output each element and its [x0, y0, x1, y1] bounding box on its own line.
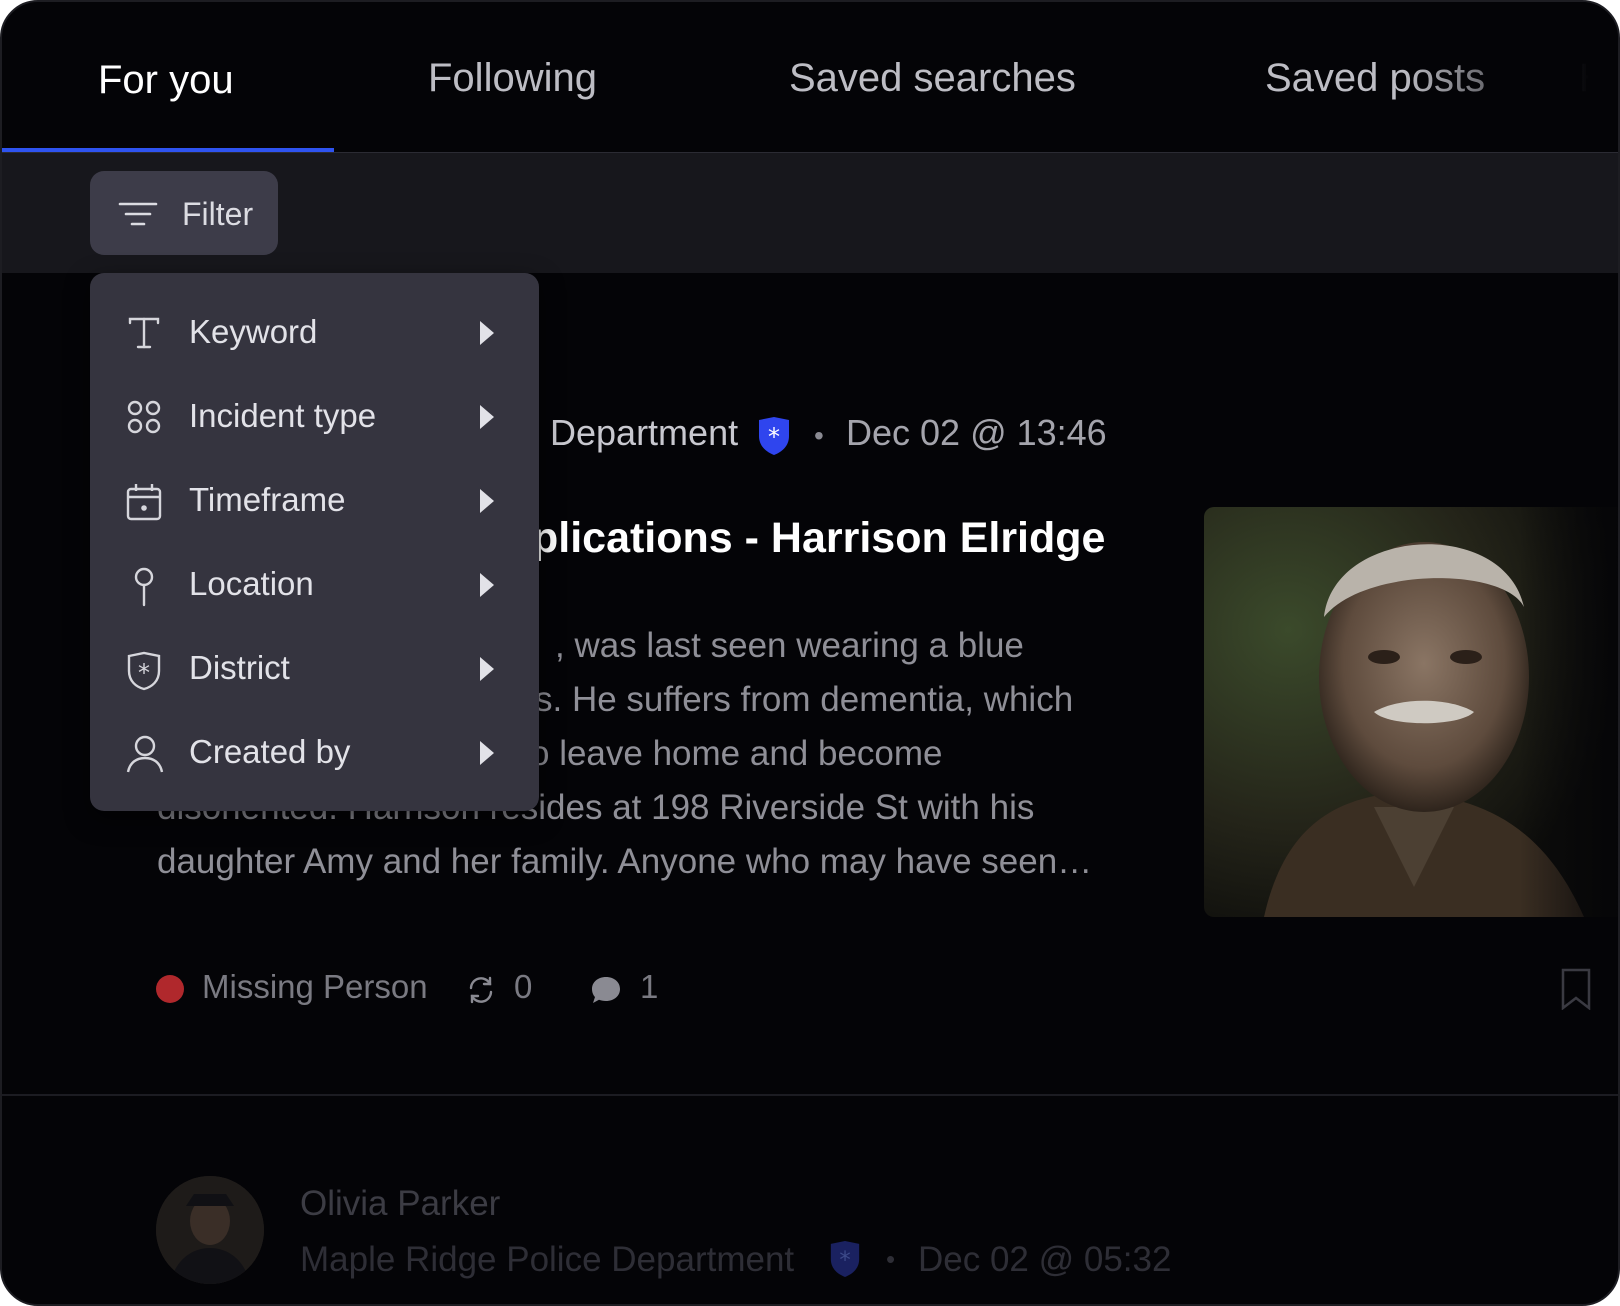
- svg-text:*: *: [839, 1248, 850, 1274]
- post-author[interactable]: Olivia Parker: [300, 1184, 500, 1224]
- grid-circles-icon: [126, 399, 162, 435]
- avatar[interactable]: [156, 1176, 264, 1284]
- menu-item-label: Incident type: [189, 397, 377, 434]
- repost-count: 0: [514, 968, 533, 1005]
- post-category[interactable]: Missing Person: [202, 968, 428, 1006]
- menu-item-keyword[interactable]: Keyword: [90, 291, 539, 375]
- verified-badge-icon: *: [756, 416, 792, 461]
- post-body-line: daughter Amy and her family. Anyone who …: [157, 842, 1093, 881]
- category-dot-icon: [156, 975, 184, 1003]
- verified-badge-icon: *: [828, 1240, 862, 1283]
- menu-item-location[interactable]: Location: [90, 543, 539, 627]
- filter-button-label: Filter: [182, 196, 254, 232]
- menu-item-label: District: [189, 649, 290, 686]
- post-title[interactable]: plications - Harrison Elridge: [532, 514, 1105, 563]
- chevron-right-icon: [478, 487, 496, 520]
- svg-text:*: *: [138, 659, 150, 687]
- chevron-right-icon: [478, 571, 496, 604]
- repost-icon[interactable]: [466, 975, 496, 1010]
- tab-saved-searches[interactable]: Saved searches: [789, 56, 1076, 101]
- post-body-line: s. He suffers from dementia, which: [535, 680, 1074, 719]
- comment-icon[interactable]: [590, 975, 622, 1010]
- post-department[interactable]: Maple Ridge Police Department: [300, 1240, 794, 1280]
- filter-button[interactable]: Filter: [90, 171, 278, 255]
- calendar-icon: [126, 483, 162, 521]
- user-icon: [126, 735, 164, 773]
- post-body-line: o leave home and become: [530, 734, 943, 773]
- tab-for-you[interactable]: For you: [98, 58, 234, 103]
- tab-bar: For you Following Saved searches Saved p…: [2, 2, 1618, 153]
- bookmark-icon[interactable]: [1560, 968, 1592, 1015]
- post-department[interactable]: Department: [550, 412, 738, 454]
- menu-item-incident-type[interactable]: Incident type: [90, 375, 539, 459]
- filter-bar: Filter: [2, 153, 1618, 273]
- shield-star-icon: *: [126, 651, 162, 691]
- menu-item-created-by[interactable]: Created by: [90, 711, 539, 795]
- tab-following[interactable]: Following: [428, 56, 597, 101]
- tabs-fade: [1402, 2, 1618, 152]
- comment-count: 1: [640, 968, 659, 1005]
- pin-icon: [126, 567, 162, 607]
- chevron-right-icon: [478, 655, 496, 688]
- post-timestamp: Dec 02 @ 05:32: [918, 1240, 1172, 1279]
- chevron-right-icon: [478, 739, 496, 772]
- menu-item-timeframe[interactable]: Timeframe: [90, 459, 539, 543]
- menu-item-label: Keyword: [189, 313, 318, 350]
- post-timestamp: Dec 02 @ 13:46: [846, 412, 1107, 453]
- menu-item-label: Location: [189, 565, 314, 602]
- meta-separator: •: [886, 1244, 896, 1274]
- text-icon: [126, 315, 162, 351]
- chevron-right-icon: [478, 403, 496, 436]
- svg-text:*: *: [768, 423, 780, 451]
- filter-menu: Keyword Incident type Timeframe Location: [90, 273, 539, 811]
- chevron-right-icon: [478, 319, 496, 352]
- post-body-line: , was last seen wearing a blue: [555, 626, 1024, 665]
- meta-separator: •: [814, 420, 824, 451]
- post-divider: [2, 1094, 1618, 1096]
- menu-item-district[interactable]: * District: [90, 627, 539, 711]
- filter-icon: [118, 201, 158, 232]
- menu-item-label: Created by: [189, 733, 351, 770]
- active-tab-indicator: [2, 148, 334, 152]
- post-photo[interactable]: [1204, 507, 1618, 917]
- menu-item-label: Timeframe: [189, 481, 346, 518]
- app-window: For you Following Saved searches Saved p…: [0, 0, 1620, 1306]
